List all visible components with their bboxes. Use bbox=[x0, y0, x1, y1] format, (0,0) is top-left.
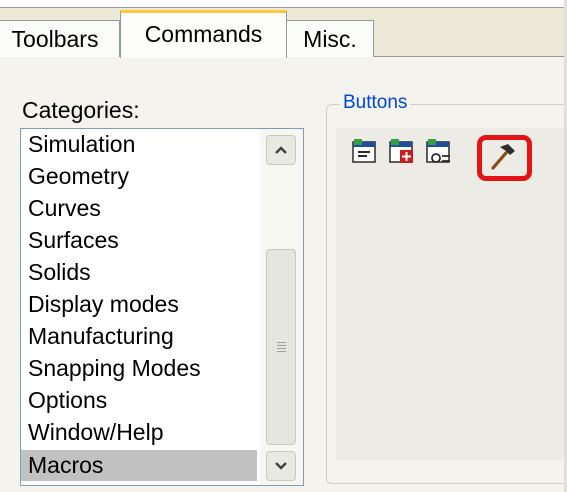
list-item[interactable]: Options bbox=[21, 385, 257, 416]
macro-options-icon[interactable] bbox=[424, 137, 454, 167]
categories-scrollbar[interactable] bbox=[260, 129, 303, 485]
customize-dialog: Toolbars Misc. Commands Categories: Simu… bbox=[0, 0, 567, 492]
categories-listbox[interactable]: Simulation Geometry Curves Surfaces Soli… bbox=[20, 128, 304, 486]
list-item[interactable]: Window/Help bbox=[21, 417, 257, 448]
buttons-label: Buttons bbox=[340, 92, 411, 114]
scrollbar-thumb[interactable] bbox=[266, 249, 296, 445]
tab-commands[interactable]: Commands bbox=[120, 10, 287, 58]
list-item[interactable]: Curves bbox=[21, 193, 257, 224]
list-item[interactable]: Snapping Modes bbox=[21, 353, 257, 384]
tab-misc[interactable]: Misc. bbox=[286, 20, 374, 57]
dialog-top-edge bbox=[0, 0, 567, 8]
macro-editor-icon[interactable] bbox=[350, 137, 380, 167]
chevron-up-icon bbox=[275, 146, 287, 154]
new-macro-icon[interactable] bbox=[387, 137, 417, 167]
chevron-down-icon bbox=[275, 462, 287, 470]
scroll-up-button[interactable] bbox=[266, 135, 296, 165]
hammer-icon-highlight bbox=[477, 135, 532, 181]
list-item-selected[interactable]: Macros bbox=[21, 450, 257, 481]
list-item[interactable]: Simulation bbox=[21, 129, 257, 160]
list-item[interactable]: Geometry bbox=[21, 161, 257, 192]
buttons-area bbox=[336, 128, 567, 460]
list-item[interactable]: Surfaces bbox=[21, 225, 257, 256]
scroll-down-button[interactable] bbox=[266, 451, 296, 481]
tab-toolbars[interactable]: Toolbars bbox=[0, 20, 120, 57]
list-item[interactable]: Display modes bbox=[21, 289, 257, 320]
grip-icon bbox=[277, 342, 286, 354]
list-item[interactable]: Solids bbox=[21, 257, 257, 288]
list-item[interactable]: Manufacturing bbox=[21, 321, 257, 352]
categories-label: Categories: bbox=[22, 97, 140, 123]
